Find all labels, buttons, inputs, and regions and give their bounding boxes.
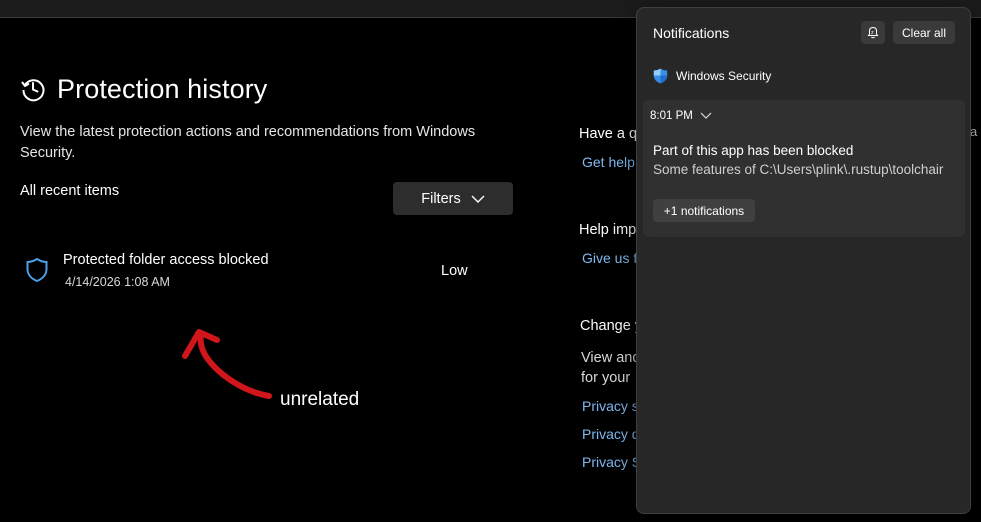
focus-assist-button[interactable]: z xyxy=(861,21,885,44)
notification-title: Part of this app has been blocked xyxy=(653,143,854,158)
page-title: Protection history xyxy=(57,74,268,104)
notifications-title: Notifications xyxy=(653,25,730,41)
privacy-settings-link[interactable]: Privacy s xyxy=(582,398,639,414)
filters-button[interactable]: Filters xyxy=(393,182,513,215)
app-name: Windows Security xyxy=(676,69,772,83)
privacy-desc-line-2: for your xyxy=(581,370,631,386)
side-heading-improve: Help imp xyxy=(579,222,637,238)
clear-all-button[interactable]: Clear all xyxy=(893,21,955,44)
history-icon xyxy=(21,79,45,102)
privacy-dashboard-link[interactable]: Privacy d xyxy=(582,426,640,442)
notification-card[interactable]: 8:01 PM Part of this app has been blocke… xyxy=(643,100,965,237)
recent-items-label: All recent items xyxy=(20,183,120,199)
page-description: View the latest protection actions and r… xyxy=(20,124,476,161)
annotation-arrow xyxy=(182,329,272,399)
filters-label: Filters xyxy=(421,190,461,207)
shield-icon xyxy=(26,257,48,283)
windows-security-shield-icon xyxy=(653,68,668,84)
chevron-down-icon[interactable] xyxy=(700,112,712,120)
protection-history-item[interactable]: Protected folder access blocked 4/14/202… xyxy=(20,250,500,294)
annotation-text: unrelated xyxy=(280,389,360,410)
app-group-header: Windows Security xyxy=(653,68,771,84)
focus-assist-icon: z xyxy=(867,26,879,39)
notification-body: Some features of C:\Users\plink\.rustup\… xyxy=(653,162,944,177)
notification-time: 8:01 PM xyxy=(650,110,693,122)
chevron-down-icon xyxy=(471,195,485,203)
privacy-statement-link[interactable]: Privacy S xyxy=(582,454,641,470)
side-heading-privacy: Change y xyxy=(580,318,643,334)
more-notifications-button[interactable]: +1 notifications xyxy=(653,199,755,222)
get-help-link[interactable]: Get help xyxy=(582,154,635,170)
notification-center: Notifications z Clear all Windows Securi… xyxy=(636,7,971,514)
privacy-desc-line-1: View and xyxy=(581,350,641,366)
item-date: 4/14/2026 1:08 AM xyxy=(65,275,170,289)
svg-text:z: z xyxy=(871,30,874,36)
item-severity: Low xyxy=(441,263,468,279)
partial-text-right: a xyxy=(970,124,978,139)
give-feedback-link[interactable]: Give us f xyxy=(582,250,637,266)
item-name: Protected folder access blocked xyxy=(63,252,269,268)
side-heading-question: Have a q xyxy=(579,126,638,142)
